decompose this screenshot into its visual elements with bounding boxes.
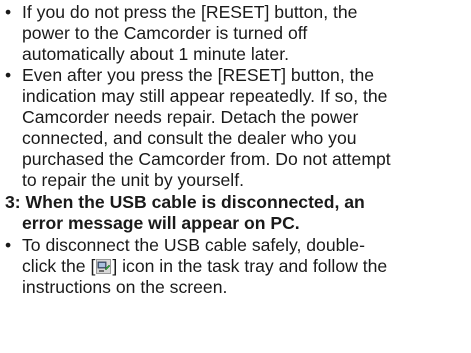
- item-3-line-2: click the [ ] icon in the task tray and …: [22, 256, 387, 277]
- usb-safely-remove-icon: [96, 258, 112, 274]
- section-3-heading-line-2: error message will appear on PC.: [22, 213, 300, 233]
- item-2-line-1: Even after you press the [RESET] button,…: [22, 65, 375, 85]
- item-3-line-2-after: ] icon in the task tray and follow the: [112, 256, 388, 276]
- item-2-line-3: Camcorder needs repair. Detach the power: [22, 107, 359, 127]
- item-2-line-6: to repair the unit by yourself.: [22, 170, 244, 190]
- bullet-marker: •: [5, 65, 12, 85]
- item-1-line-1: If you do not press the [RESET] button, …: [22, 2, 358, 22]
- item-1-line-3: automatically about 1 minute later.: [22, 44, 289, 64]
- item-1-line-2: power to the Camcorder is turned off: [22, 23, 308, 43]
- bullet-marker: •: [5, 235, 12, 255]
- item-3-line-1: To disconnect the USB cable safely, doub…: [22, 235, 365, 255]
- manual-page: • If you do not press the [RESET] button…: [0, 0, 471, 353]
- item-2-line-4: connected, and consult the dealer who yo…: [22, 128, 357, 148]
- bullet-marker: •: [5, 2, 12, 22]
- item-3-line-2-before: click the [: [22, 256, 96, 276]
- item-2-line-5: purchased the Camcorder from. Do not att…: [22, 149, 391, 169]
- section-3-heading-line-1: 3: When the USB cable is disconnected, a…: [5, 192, 365, 212]
- item-3-line-3: instructions on the screen.: [22, 277, 228, 297]
- item-2-line-2: indication may still appear repeatedly. …: [22, 86, 388, 106]
